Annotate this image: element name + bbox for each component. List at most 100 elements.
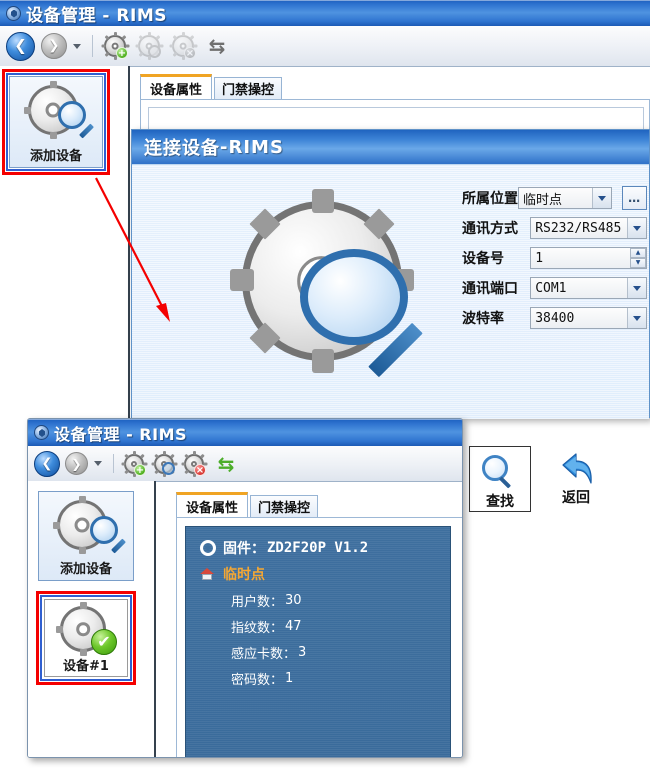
form-row-comm-mode: 通讯方式 RS232/RS485: [462, 213, 647, 243]
find-device-gear-icon[interactable]: [138, 32, 161, 60]
firmware-label: 固件：: [223, 541, 265, 557]
dialog-title-text: 连接设备: [144, 138, 220, 159]
stepper-down-icon[interactable]: ▼: [630, 258, 646, 268]
chevron-down-icon[interactable]: [627, 218, 646, 238]
main-window-titlebar: 设备管理 - RIMS: [0, 0, 650, 26]
stat-label: 密码数：: [231, 672, 284, 688]
firmware-line: 固件： ZD2F20P V1.2: [200, 535, 450, 561]
house-icon: [200, 567, 214, 581]
stepper-buttons[interactable]: ▲ ▼: [630, 248, 646, 268]
stepper-up-icon[interactable]: ▲: [630, 248, 646, 258]
location-value: 临时点: [523, 192, 563, 208]
inset-window-title-text: 设备管理: [54, 424, 121, 444]
back-button[interactable]: ❮: [34, 450, 60, 477]
baud-rate-select[interactable]: 38400: [530, 307, 647, 329]
return-button[interactable]: 返回: [545, 446, 607, 512]
sidebar-item-add-device[interactable]: 添加设备: [38, 491, 134, 581]
magnifier-lens: [482, 455, 508, 481]
device-number-stepper[interactable]: 1 ▲ ▼: [530, 247, 647, 269]
inset-tabrow: 设备属性 门禁操控: [176, 492, 319, 517]
inset-window-titlebar: 设备管理 - RIMS: [28, 419, 462, 446]
comm-port-select[interactable]: COM1: [530, 277, 647, 299]
back-arrow-icon: ❮: [14, 36, 27, 55]
form-row-device-no: 设备号 1 ▲ ▼: [462, 243, 647, 273]
toolbar-separator: [92, 35, 93, 57]
delete-device-gear-icon[interactable]: ×: [184, 450, 206, 477]
back-button[interactable]: ❮: [6, 31, 35, 61]
sidebar-item-label: 添加设备: [59, 562, 112, 577]
find-button[interactable]: 查找: [469, 446, 531, 512]
inset-toolbar: ❮ ❯ + × ⇆: [28, 446, 462, 482]
tab-access-control[interactable]: 门禁操控: [214, 77, 283, 99]
form-row-location: 所属位置 临时点 …: [462, 183, 647, 213]
gear-tooth: [79, 547, 86, 554]
find-device-gear-icon[interactable]: [154, 450, 175, 477]
main-window-title: 设备管理 - RIMS: [26, 1, 167, 26]
refresh-icon[interactable]: ⇆: [215, 453, 237, 475]
tab-device-properties[interactable]: 设备属性: [176, 492, 249, 517]
add-device-gear-icon[interactable]: +: [124, 450, 146, 477]
chevron-down-icon[interactable]: [73, 43, 81, 49]
location-line: 临时点: [200, 561, 450, 587]
device-number-value: 1: [535, 250, 544, 266]
stat-password-count: 密码数： 1: [200, 665, 450, 691]
tab-access-control[interactable]: 门禁操控: [250, 495, 319, 517]
chevron-down-icon[interactable]: [627, 308, 646, 328]
inset-device-window: 设备管理 - RIMS ❮ ❯ + × ⇆ 添加设备 ✔ 设备#1 设备属性 门…: [27, 418, 463, 758]
device-detail-panel: 固件： ZD2F20P V1.2 临时点 用户数： 30 指纹数： 47 感应卡…: [185, 526, 451, 757]
tab-label: 设备属性: [150, 82, 203, 98]
main-tabrow: 设备属性 门禁操控: [140, 74, 283, 99]
connect-device-dialog: 连接设备 - RIMS 所属位置 临时点 … 通讯方式 RS232/RS485 …: [131, 129, 650, 512]
main-window-title-sub: RIMS: [116, 5, 167, 26]
gear-tooth: [53, 522, 60, 529]
stat-value: 47: [285, 618, 302, 634]
magnifier-badge-icon: [162, 461, 175, 475]
field-label: 通讯端口: [462, 281, 518, 297]
browse-location-button[interactable]: …: [622, 186, 647, 210]
magnifier-handle: [111, 538, 126, 554]
baud-rate-value: 38400: [535, 310, 575, 326]
field-label: 通讯方式: [462, 221, 518, 237]
chevron-down-icon[interactable]: [94, 461, 102, 466]
stat-label: 指纹数：: [231, 620, 284, 636]
location-select[interactable]: 临时点: [518, 187, 613, 209]
stat-label: 感应卡数：: [231, 646, 297, 662]
delete-device-gear-icon[interactable]: ×: [172, 32, 196, 60]
magnifier-icon: [482, 455, 518, 489]
toolbar-separator: [113, 454, 114, 473]
dialog-form: 所属位置 临时点 … 通讯方式 RS232/RS485 设备号 1 ▲ ▼ 通讯…: [462, 183, 647, 333]
plus-badge-icon: +: [134, 463, 146, 476]
stat-value: 30: [285, 592, 302, 608]
magnifier-icon: [300, 249, 408, 345]
inset-window-title-sub: RIMS: [139, 424, 188, 444]
chevron-down-icon[interactable]: [627, 278, 646, 298]
cross-badge-icon: ×: [184, 47, 196, 59]
cross-badge-icon: ×: [194, 463, 206, 476]
tab-device-properties[interactable]: 设备属性: [140, 74, 213, 99]
dialog-titlebar: 连接设备 - RIMS: [132, 130, 649, 165]
tab-label: 门禁操控: [258, 501, 311, 516]
magnifier-badge-icon: [148, 45, 161, 58]
form-row-comm-port: 通讯端口 COM1: [462, 273, 647, 303]
stat-user-count: 用户数： 30: [200, 587, 450, 613]
add-device-gear-icon[interactable]: +: [104, 32, 128, 60]
forward-button[interactable]: ❯: [65, 452, 88, 475]
comm-port-value: COM1: [535, 280, 567, 296]
field-label: 波特率: [462, 311, 504, 327]
forward-button[interactable]: ❯: [41, 33, 67, 59]
magnifier-handle: [498, 476, 512, 489]
comm-mode-value: RS232/RS485: [535, 220, 622, 236]
return-button-label: 返回: [562, 490, 590, 506]
tab-label: 门禁操控: [222, 83, 275, 98]
annotation-highlight-device-1: [36, 591, 136, 685]
plus-badge-icon: +: [116, 47, 128, 59]
refresh-icon[interactable]: ⇆: [206, 35, 228, 57]
comm-mode-select[interactable]: RS232/RS485: [530, 217, 647, 239]
app-icon: [6, 5, 21, 21]
stat-card-count: 感应卡数： 3: [200, 639, 450, 665]
screenshot-root: 设备管理 - RIMS ❮ ❯ + × ⇆ 添加设备 设备属性 门禁操控 连接设…: [0, 0, 650, 768]
gear-tooth: [79, 496, 86, 503]
gear-tooth: [230, 269, 254, 291]
chevron-down-icon[interactable]: [592, 188, 612, 208]
dialog-gear-magnifier-icon: [230, 189, 432, 391]
